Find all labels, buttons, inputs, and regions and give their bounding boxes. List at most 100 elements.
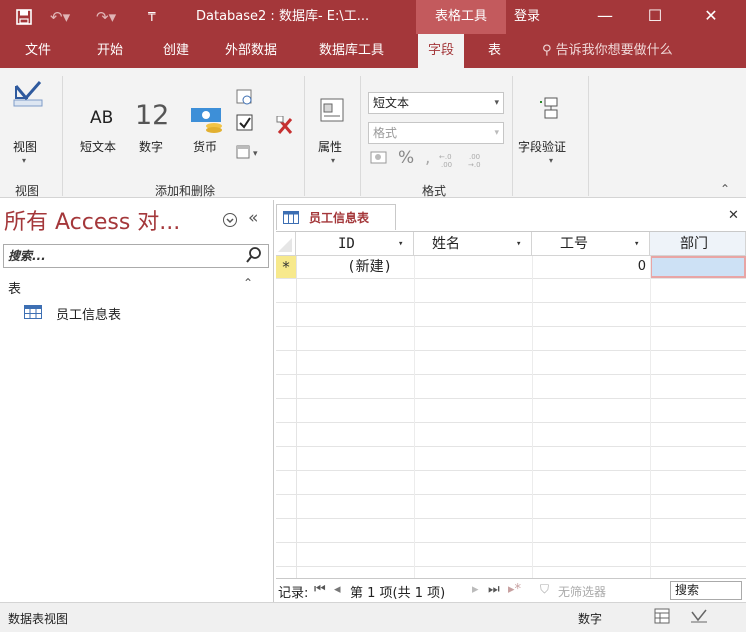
select-all-corner[interactable] — [276, 232, 296, 256]
signin-link[interactable]: 登录 — [514, 0, 540, 34]
currency-icon[interactable] — [190, 106, 226, 137]
column-header-id[interactable]: ID ▾ — [296, 232, 414, 256]
currency-format-icon[interactable] — [370, 151, 390, 170]
tab-home[interactable]: 开始 — [97, 34, 123, 68]
format-placeholder: 格式 — [373, 126, 398, 140]
column-label: ID — [338, 236, 355, 252]
chevron-down-icon: ▾ — [494, 128, 499, 138]
chevron-down-icon: ▾ — [494, 98, 499, 108]
table-icon — [24, 305, 42, 319]
cell-employee-no-new[interactable]: 0 — [532, 256, 650, 278]
navigation-pane: 所有 Access 对... « 表 ⌃ 员工信息表 — [0, 200, 274, 602]
cell-department-new[interactable] — [650, 256, 746, 278]
previous-record-icon[interactable]: ◂ — [334, 582, 341, 597]
number-12[interactable]: 12 — [135, 100, 169, 131]
cell-id-new[interactable]: (新建) — [296, 256, 414, 278]
yes-no-icon[interactable] — [236, 114, 254, 135]
save-icon[interactable] — [16, 0, 32, 34]
tab-database-tools[interactable]: 数据库工具 — [319, 34, 384, 68]
customize-qat-icon[interactable]: ₸ — [148, 0, 156, 34]
column-header-employee-no[interactable]: 工号 ▾ — [532, 232, 650, 256]
document-tab-employee-table[interactable]: 员工信息表 — [276, 204, 396, 230]
record-label: 记录: — [278, 586, 309, 601]
nav-menu-icon[interactable] — [222, 212, 238, 231]
properties-dropdown-arrow[interactable]: ▾ — [331, 156, 335, 165]
tab-fields[interactable]: 字段 — [418, 34, 465, 68]
validation-dropdown-arrow[interactable]: ▾ — [549, 156, 553, 165]
status-view-name: 数据表视图 — [8, 612, 69, 626]
tab-external-data[interactable]: 外部数据 — [225, 34, 277, 68]
undo-icon[interactable]: ↶▾ — [50, 0, 70, 34]
tab-file[interactable]: 文件 — [25, 34, 51, 68]
search-icon[interactable] — [245, 246, 263, 267]
column-dropdown-icon[interactable]: ▾ — [634, 232, 639, 256]
format-dropdown[interactable]: 格式 ▾ — [368, 122, 504, 144]
first-record-icon[interactable]: ⏮ — [314, 582, 326, 597]
new-record-selector[interactable]: * — [276, 256, 296, 278]
design-view-icon[interactable] — [690, 608, 708, 627]
group-label-view: 视图 — [15, 184, 40, 198]
more-fields-icon[interactable]: ▾ — [236, 142, 262, 163]
validation-icon[interactable] — [538, 96, 564, 125]
decrease-decimals-icon[interactable]: .00 →.0 — [468, 152, 490, 171]
section-collapse-icon[interactable]: ⌃ — [243, 276, 253, 290]
ribbon-tab-row: 文件 开始 创建 外部数据 数据库工具 字段 表 ⚲ 告诉我你想要做什么 — [0, 34, 746, 68]
tell-me-text: 告诉我你想要做什么 — [555, 43, 673, 58]
record-search-input[interactable]: 搜索 — [670, 581, 742, 600]
svg-text:.00: .00 — [441, 161, 452, 168]
close-document-icon[interactable]: ✕ — [728, 208, 739, 223]
column-header-department[interactable]: 部门 — [650, 232, 746, 256]
next-record-icon[interactable]: ▸ — [472, 582, 479, 597]
currency-button[interactable]: 货币 — [193, 138, 217, 155]
collapse-ribbon-icon[interactable]: ⌃ — [720, 182, 730, 196]
nav-pane-title[interactable]: 所有 Access 对... — [4, 204, 180, 236]
maximize-icon[interactable]: ☐ — [632, 0, 678, 34]
column-dropdown-icon[interactable]: ▾ — [516, 232, 521, 256]
title-bar: ↶▾ ↷▾ ₸ Database2 : 数据库- E:\工... 表格工具 登录… — [0, 0, 746, 34]
redo-icon[interactable]: ↷▾ — [96, 0, 116, 34]
last-record-icon[interactable]: ⏭ — [488, 582, 500, 597]
document-tab-label: 员工信息表 — [309, 211, 370, 225]
delete-field-icon[interactable] — [276, 115, 294, 139]
field-validation-button[interactable]: 字段验证 — [518, 138, 566, 155]
minimize-icon[interactable]: — — [582, 0, 628, 34]
properties-icon[interactable] — [318, 96, 346, 127]
short-text-button[interactable]: 短文本 — [80, 138, 116, 155]
collapse-nav-pane-icon[interactable]: « — [248, 208, 258, 228]
date-time-icon[interactable] — [236, 88, 254, 109]
percent-format-button[interactable]: % — [398, 148, 414, 168]
tab-table[interactable]: 表 — [488, 34, 501, 68]
column-header-name[interactable]: 姓名 ▾ — [414, 232, 532, 256]
record-position[interactable]: 第 1 项(共 1 项) — [350, 582, 445, 601]
column-label: 姓名 — [432, 236, 460, 252]
svg-text:←.0: ←.0 — [439, 153, 452, 161]
view-button[interactable] — [12, 78, 44, 113]
properties-button[interactable]: 属性 — [318, 138, 342, 155]
table-icon — [283, 211, 299, 224]
short-text-ab[interactable]: AB — [90, 108, 113, 128]
tab-create[interactable]: 创建 — [163, 34, 189, 68]
view-dropdown-arrow[interactable]: ▾ — [22, 156, 26, 165]
column-label: 工号 — [560, 236, 588, 252]
group-label-format: 格式 — [422, 184, 447, 198]
close-window-icon[interactable]: ✕ — [688, 0, 734, 34]
new-record-icon[interactable]: ▸* — [508, 582, 521, 597]
no-filter-label[interactable]: 无筛选器 — [558, 583, 606, 600]
datatype-dropdown[interactable]: 短文本 ▾ — [368, 92, 504, 114]
datasheet-view-icon[interactable] — [654, 608, 670, 627]
column-dropdown-icon[interactable]: ▾ — [398, 232, 403, 256]
search-icon: ⚲ — [542, 43, 552, 58]
filter-icon[interactable]: ⛉ — [540, 582, 549, 597]
document-area: 员工信息表 ✕ ID ▾ 姓名 ▾ 工号 ▾ 部门 * (新建) 0 记录: ⏮… — [276, 200, 746, 602]
nav-search-input[interactable] — [4, 245, 234, 267]
tell-me-box[interactable]: ⚲ 告诉我你想要做什么 — [542, 34, 673, 68]
cell-name-new[interactable] — [414, 256, 532, 278]
nav-section-tables[interactable]: 表 — [8, 278, 21, 297]
record-navigation-bar: 记录: ⏮ ◂ 第 1 项(共 1 项) ▸ ⏭ ▸* ⛉ 无筛选器 搜索 — [276, 578, 746, 602]
window-title: Database2 : 数据库- E:\工... — [196, 9, 370, 24]
view-label: 视图 — [13, 140, 38, 154]
increase-decimals-icon[interactable]: ←.0.00 — [438, 152, 460, 171]
comma-format-button[interactable]: , — [425, 148, 430, 168]
number-button[interactable]: 数字 — [139, 138, 163, 155]
column-label: 部门 — [680, 236, 708, 252]
